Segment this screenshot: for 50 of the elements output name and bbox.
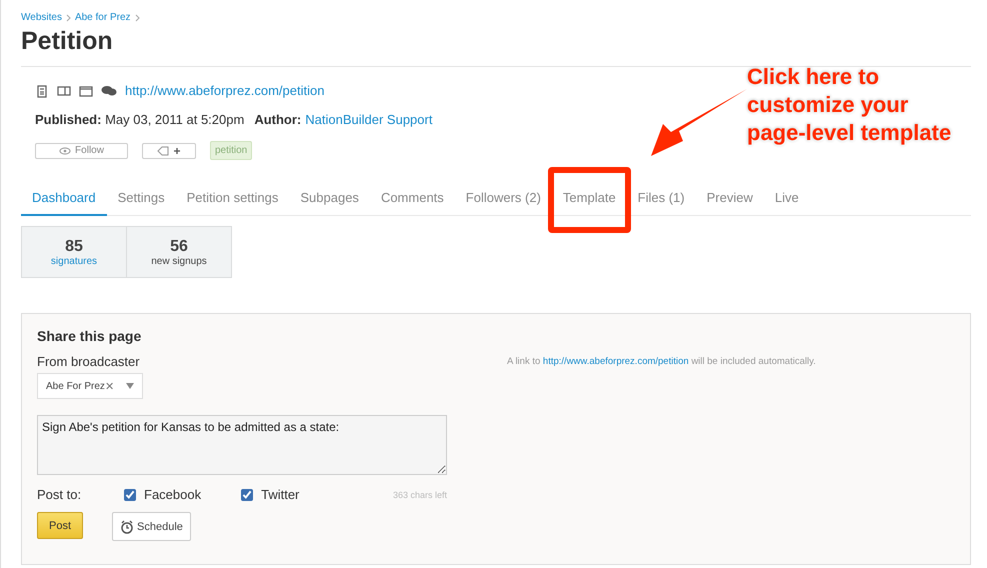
checkbox-label: Twitter	[261, 487, 300, 502]
author-label: Author:	[254, 112, 302, 127]
sidebar-layout-icon[interactable]	[57, 84, 71, 98]
stat-value: 56	[170, 238, 188, 256]
tab[interactable]: Petition settings	[176, 182, 290, 216]
eye-icon	[59, 146, 72, 154]
breadcrumb-link[interactable]: Websites	[21, 12, 62, 23]
tab[interactable]: Live	[764, 182, 810, 216]
page-url-link[interactable]: http://www.abeforprez.com/petition	[125, 83, 324, 98]
post-button[interactable]: Post	[37, 512, 84, 539]
tab[interactable]: Preview	[696, 182, 764, 216]
tag-label[interactable]: petition	[210, 141, 252, 160]
alarm-clock-icon	[120, 520, 134, 534]
chevron-icon	[134, 14, 140, 22]
published-info: Published: May 03, 2011 at 5:20pm	[35, 112, 244, 127]
breadcrumb-link[interactable]: Abe for Prez	[74, 12, 131, 23]
tab[interactable]: Template	[552, 182, 627, 216]
stat-link[interactable]: signatures	[50, 256, 98, 266]
tab[interactable]: Files (1)	[626, 182, 696, 216]
stat-value: 85	[65, 238, 83, 256]
stat-label: new signups	[151, 256, 207, 266]
page-title: Petition	[21, 27, 971, 67]
follow-button[interactable]: Follow	[35, 142, 128, 158]
tab[interactable]: Subpages	[289, 182, 370, 216]
network-checkbox[interactable]	[124, 488, 136, 500]
callout-text: customize your	[747, 91, 910, 119]
chars-left: 363 chars left	[392, 490, 447, 500]
add-tag-button[interactable]: +	[142, 142, 196, 158]
speech-bubbles-icon[interactable]	[101, 84, 117, 98]
clipboard-icon[interactable]	[35, 84, 49, 98]
link-note: A link to http://www.abeforprez.com/petition will be included automatically.	[507, 356, 816, 369]
note-link[interactable]: http://www.abeforprez.com/petition	[542, 356, 689, 367]
tab[interactable]: Comments	[370, 182, 455, 216]
tab[interactable]: Settings	[106, 182, 176, 216]
tab[interactable]: Dashboard	[21, 182, 107, 216]
checkbox-label: Facebook	[144, 487, 202, 502]
network-checkbox[interactable]	[241, 488, 254, 500]
section-title: Share this page	[37, 328, 142, 344]
message-field[interactable]: Sign Abe's petition for Kansas to be admitted as a state:	[37, 415, 447, 475]
schedule-button[interactable]: Schedule	[112, 512, 191, 541]
broadcaster-select[interactable]: Abe For Prez✕	[37, 373, 143, 399]
tag-icon	[157, 146, 170, 156]
author-link[interactable]: NationBuilder Support	[305, 112, 432, 127]
field-label: From broadcaster	[37, 354, 141, 369]
chevron-icon	[66, 14, 71, 22]
tab[interactable]: Followers (2)	[454, 182, 552, 216]
caret-icon	[126, 383, 134, 389]
post-to-label: Post to:	[37, 487, 82, 502]
window-icon[interactable]	[79, 84, 93, 98]
callout-text: page-level template	[747, 119, 952, 147]
